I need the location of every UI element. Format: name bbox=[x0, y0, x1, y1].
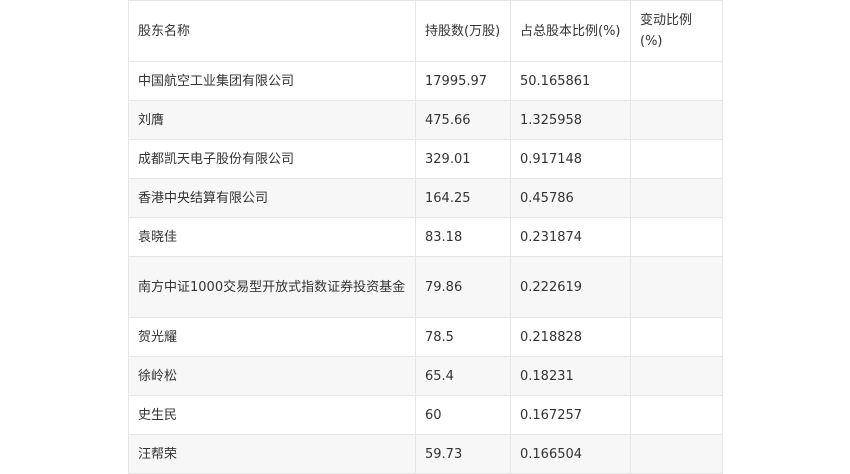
cell-share-ratio: 0.218828 bbox=[510, 317, 631, 357]
cell-shares-held: 78.5 bbox=[415, 317, 511, 357]
cell-change-ratio bbox=[630, 178, 723, 218]
cell-change-ratio bbox=[630, 317, 723, 357]
table-row: 汪帮荣 59.73 0.166504 bbox=[128, 434, 723, 474]
cell-share-ratio: 0.917148 bbox=[510, 139, 631, 179]
cell-shareholder-name: 南方中证1000交易型开放式指数证券投资基金 bbox=[128, 256, 416, 318]
table-row: 南方中证1000交易型开放式指数证券投资基金 79.86 0.222619 bbox=[128, 256, 723, 318]
cell-share-ratio: 0.222619 bbox=[510, 256, 631, 318]
cell-shares-held: 164.25 bbox=[415, 178, 511, 218]
cell-change-ratio bbox=[630, 100, 723, 140]
table-row: 刘膺 475.66 1.325958 bbox=[128, 100, 723, 140]
cell-share-ratio: 0.166504 bbox=[510, 434, 631, 474]
table-row: 史生民 60 0.167257 bbox=[128, 395, 723, 435]
cell-shares-held: 329.01 bbox=[415, 139, 511, 179]
cell-shareholder-name: 贺光耀 bbox=[128, 317, 416, 357]
cell-share-ratio: 0.167257 bbox=[510, 395, 631, 435]
cell-share-ratio: 0.45786 bbox=[510, 178, 631, 218]
cell-shares-held: 17995.97 bbox=[415, 61, 511, 101]
cell-shareholder-name: 汪帮荣 bbox=[128, 434, 416, 474]
cell-shares-held: 79.86 bbox=[415, 256, 511, 318]
cell-shareholder-name: 徐岭松 bbox=[128, 356, 416, 396]
cell-change-ratio bbox=[630, 395, 723, 435]
cell-shares-held: 60 bbox=[415, 395, 511, 435]
cell-shareholder-name: 成都凯天电子股份有限公司 bbox=[128, 139, 416, 179]
table-row: 徐岭松 65.4 0.18231 bbox=[128, 356, 723, 396]
cell-share-ratio: 0.231874 bbox=[510, 217, 631, 257]
cell-share-ratio: 0.18231 bbox=[510, 356, 631, 396]
cell-change-ratio bbox=[630, 139, 723, 179]
cell-change-ratio bbox=[630, 256, 723, 318]
header-shares-held: 持股数(万股) bbox=[415, 0, 511, 62]
header-change-ratio: 变动比例(%) bbox=[630, 0, 723, 62]
cell-shareholder-name: 史生民 bbox=[128, 395, 416, 435]
cell-shareholder-name: 香港中央结算有限公司 bbox=[128, 178, 416, 218]
header-shareholder-name: 股东名称 bbox=[128, 0, 416, 62]
cell-change-ratio bbox=[630, 356, 723, 396]
cell-change-ratio bbox=[630, 61, 723, 101]
table-row: 成都凯天电子股份有限公司 329.01 0.917148 bbox=[128, 139, 723, 179]
table-row: 香港中央结算有限公司 164.25 0.45786 bbox=[128, 178, 723, 218]
cell-shares-held: 83.18 bbox=[415, 217, 511, 257]
table-row: 中国航空工业集团有限公司 17995.97 50.165861 bbox=[128, 61, 723, 101]
cell-shares-held: 65.4 bbox=[415, 356, 511, 396]
header-share-ratio: 占总股本比例(%) bbox=[510, 0, 631, 62]
cell-shares-held: 475.66 bbox=[415, 100, 511, 140]
table-row: 贺光耀 78.5 0.218828 bbox=[128, 317, 723, 357]
cell-shares-held: 59.73 bbox=[415, 434, 511, 474]
cell-share-ratio: 1.325958 bbox=[510, 100, 631, 140]
cell-shareholder-name: 刘膺 bbox=[128, 100, 416, 140]
cell-share-ratio: 50.165861 bbox=[510, 61, 631, 101]
table-header-row: 股东名称 持股数(万股) 占总股本比例(%) 变动比例(%) bbox=[128, 0, 723, 62]
cell-change-ratio bbox=[630, 217, 723, 257]
shareholder-table: 股东名称 持股数(万股) 占总股本比例(%) 变动比例(%) 中国航空工业集团有… bbox=[128, 0, 723, 474]
shareholder-table-container: 股东名称 持股数(万股) 占总股本比例(%) 变动比例(%) 中国航空工业集团有… bbox=[128, 0, 723, 474]
cell-shareholder-name: 袁晓佳 bbox=[128, 217, 416, 257]
table-row: 袁晓佳 83.18 0.231874 bbox=[128, 217, 723, 257]
cell-change-ratio bbox=[630, 434, 723, 474]
cell-shareholder-name: 中国航空工业集团有限公司 bbox=[128, 61, 416, 101]
